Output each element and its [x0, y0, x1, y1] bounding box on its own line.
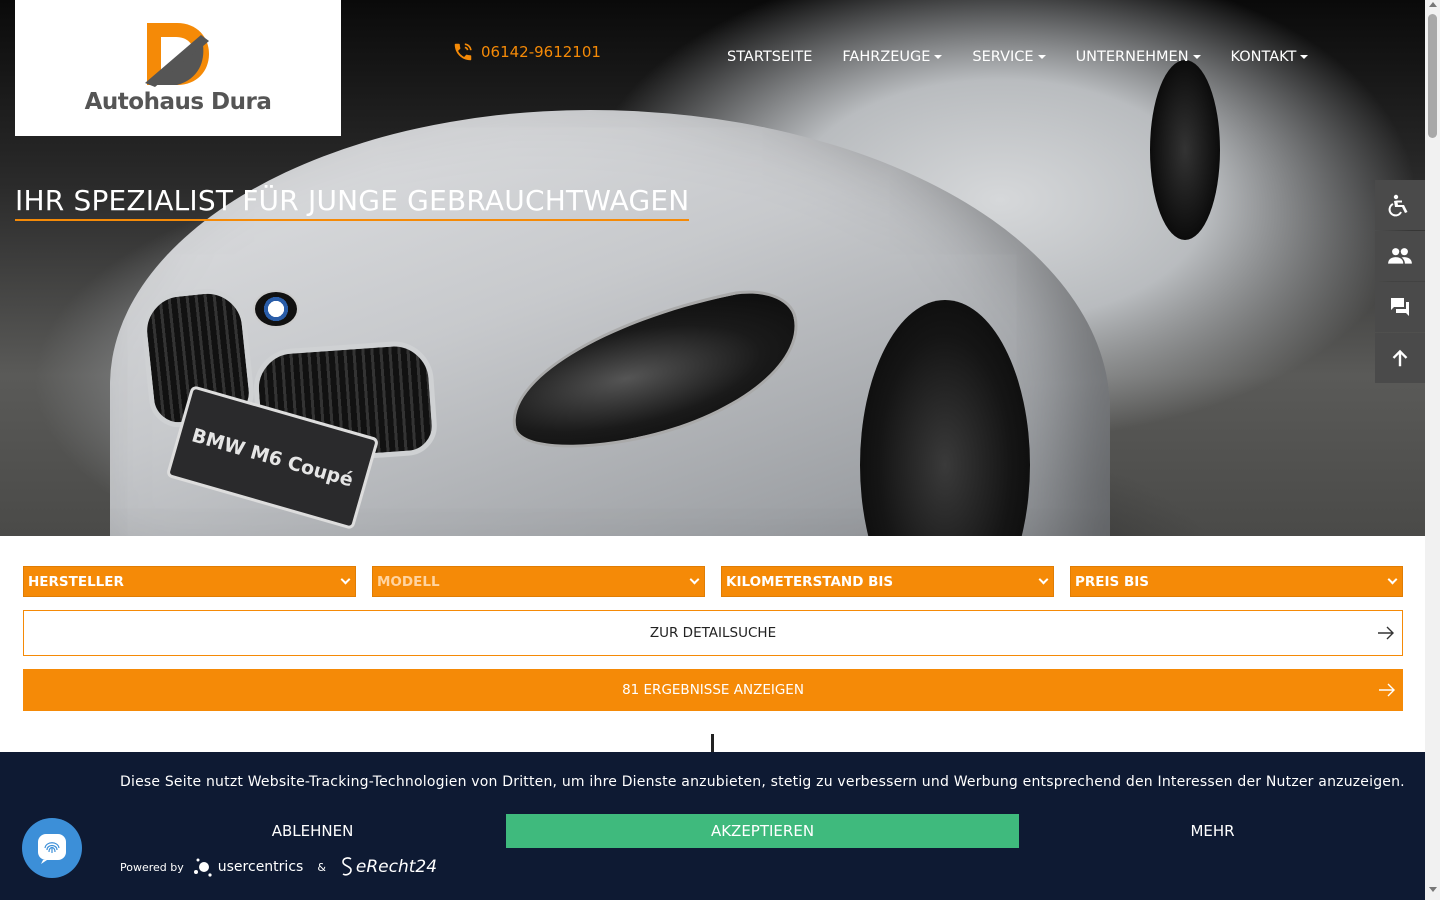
- arrow-right-icon: [1379, 683, 1395, 697]
- car-rear-wheel: [1150, 60, 1220, 240]
- nav-label: SERVICE: [972, 49, 1034, 65]
- erecht-section-icon: [342, 857, 352, 876]
- phone-number: 06142-9612101: [481, 43, 601, 61]
- erecht24-text: eRecht24: [355, 857, 438, 877]
- privacy-settings-button[interactable]: [22, 818, 82, 878]
- car-emblem: [253, 290, 299, 328]
- more-button[interactable]: MEHR: [1020, 814, 1405, 848]
- nav-item-startseite[interactable]: STARTSEITE: [727, 49, 812, 65]
- side-toolbar: [1375, 180, 1425, 384]
- decline-button[interactable]: ABLEHNEN: [120, 814, 505, 848]
- nav-label: KONTAKT: [1230, 49, 1297, 65]
- powered-by-label: Powered by: [120, 860, 184, 874]
- caret-down-icon: [1300, 55, 1309, 59]
- detail-search-label: ZUR DETAILSUCHE: [649, 625, 777, 641]
- nav-item-service[interactable]: SERVICE: [972, 49, 1046, 65]
- accessibility-icon: [1388, 194, 1408, 217]
- accept-button[interactable]: AKZEPTIEREN: [506, 814, 1019, 848]
- logo-mark-icon: [145, 23, 209, 87]
- chat-button[interactable]: [1375, 282, 1425, 332]
- accessibility-button[interactable]: [1375, 180, 1425, 230]
- caret-down-icon: [1037, 55, 1046, 59]
- fingerprint-icon: [38, 834, 66, 864]
- nav-label: FAHRZEUGE: [842, 49, 931, 65]
- select-kilometerstand[interactable]: KILOMETERSTAND BIS: [721, 566, 1054, 597]
- nav-item-unternehmen[interactable]: UNTERNEHMEN: [1076, 49, 1201, 65]
- nav-item-fahrzeuge[interactable]: FAHRZEUGE: [842, 49, 943, 65]
- chevron-down-icon: [1387, 574, 1398, 585]
- erecht24-logo[interactable]: eRecht24: [340, 856, 437, 878]
- chevron-down-icon: [340, 574, 351, 585]
- select-label: HERSTELLER: [28, 573, 124, 590]
- ampersand: &: [317, 860, 326, 874]
- usercentrics-logo[interactable]: usercentrics: [192, 856, 304, 878]
- phone-link[interactable]: 06142-9612101: [452, 41, 601, 63]
- scroll-down-arrow-icon[interactable]: [1429, 887, 1437, 892]
- main-nav: STARTSEITE FAHRZEUGE SERVICE UNTERNEHMEN…: [727, 49, 1309, 65]
- caret-down-icon: [1192, 55, 1201, 59]
- select-label: KILOMETERSTAND BIS: [726, 573, 894, 590]
- powered-by: Powered by usercentrics & eRecht24: [120, 856, 437, 878]
- nav-label: STARTSEITE: [727, 49, 813, 65]
- select-hersteller[interactable]: HERSTELLER: [23, 566, 356, 597]
- cookie-banner: Diese Seite nutzt Website-Tracking-Techn…: [0, 752, 1425, 900]
- arrow-up-icon: [1392, 349, 1408, 367]
- select-label: PREIS BIS: [1075, 573, 1149, 590]
- scrollbar-thumb[interactable]: [1428, 14, 1437, 138]
- site-logo[interactable]: Autohaus Dura: [15, 0, 341, 136]
- logo-text: Autohaus Dura: [84, 89, 272, 115]
- detail-search-button[interactable]: ZUR DETAILSUCHE: [23, 610, 1403, 656]
- caret-down-icon: [934, 55, 943, 59]
- page-scrollbar[interactable]: [1425, 0, 1440, 900]
- cookie-text: Diese Seite nutzt Website-Tracking-Techn…: [120, 774, 1405, 790]
- select-modell[interactable]: MODELL: [372, 566, 705, 597]
- results-label: 81 ERGEBNISSE ANZEIGEN: [622, 682, 804, 698]
- hero-title: IHR SPEZIALIST FÜR JUNGE GEBRAUCHTWAGEN: [15, 184, 690, 221]
- show-results-button[interactable]: 81 ERGEBNISSE ANZEIGEN: [23, 669, 1403, 711]
- chevron-down-icon: [689, 574, 700, 585]
- usercentrics-dots-icon: [193, 858, 212, 877]
- plate-text: BMW M6 Coupé: [189, 423, 356, 492]
- section-divider: [711, 734, 714, 754]
- usercentrics-text: usercentrics: [217, 859, 304, 875]
- vehicle-search-filters: HERSTELLER MODELL KILOMETERSTAND BIS PRE…: [23, 566, 1403, 597]
- select-preis[interactable]: PREIS BIS: [1070, 566, 1403, 597]
- nav-label: UNTERNEHMEN: [1075, 49, 1189, 65]
- scroll-up-arrow-icon[interactable]: [1429, 2, 1437, 7]
- nav-item-kontakt[interactable]: KONTAKT: [1231, 49, 1309, 65]
- chevron-down-icon: [1038, 574, 1049, 585]
- select-label: MODELL: [377, 573, 440, 590]
- scroll-top-button[interactable]: [1375, 333, 1425, 383]
- people-icon: [1388, 248, 1412, 264]
- chat-icon: [1391, 298, 1409, 316]
- phone-icon: [454, 43, 472, 61]
- arrow-right-icon: [1378, 626, 1394, 640]
- people-button[interactable]: [1375, 231, 1425, 281]
